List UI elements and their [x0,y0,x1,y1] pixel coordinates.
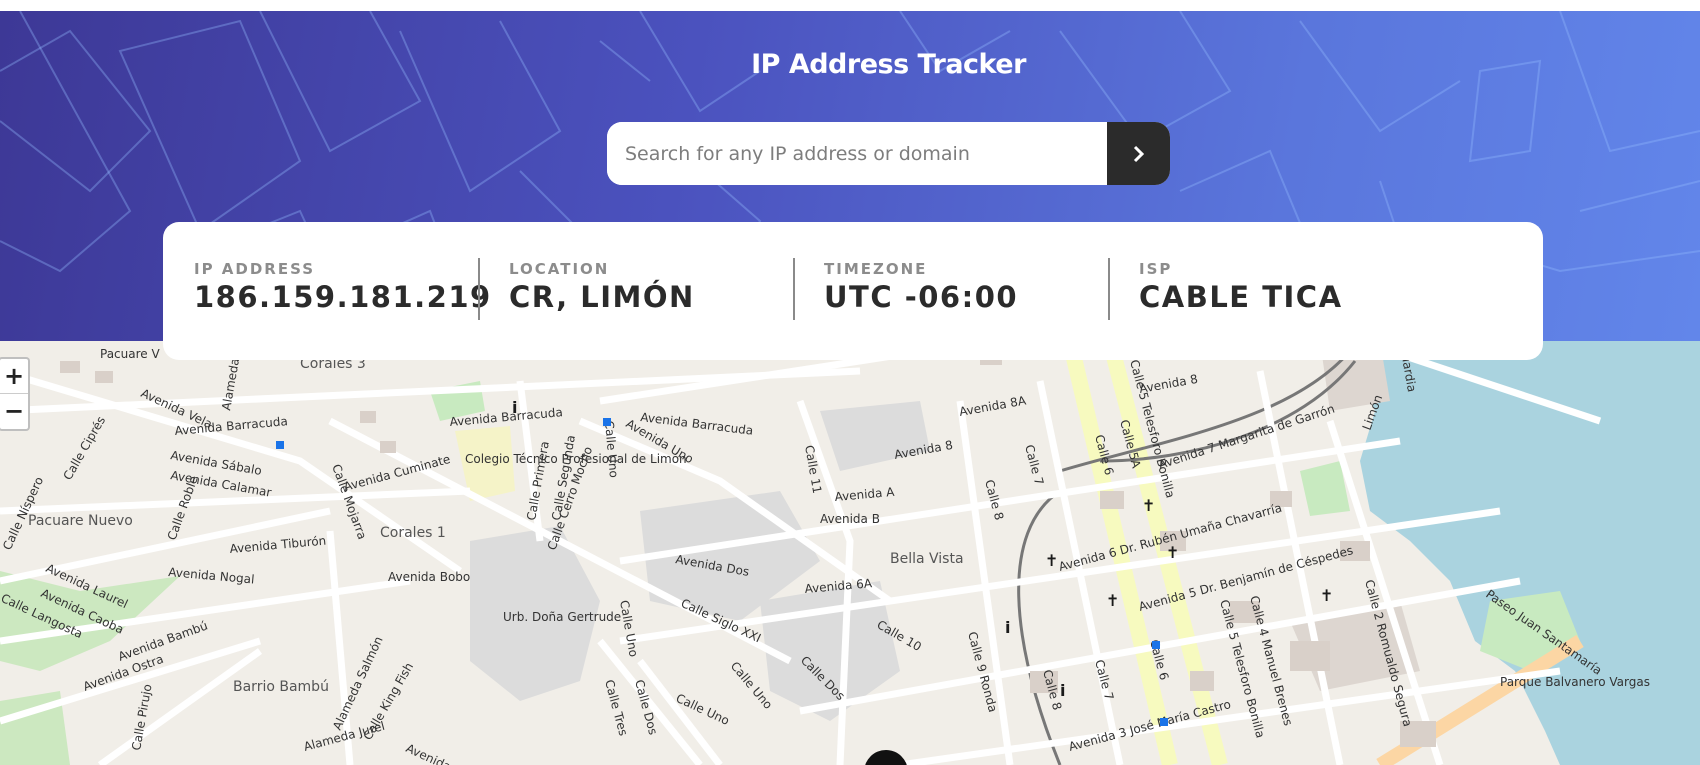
church-icon: ✝ [1142,496,1155,515]
church-icon: ✝ [1166,543,1179,562]
ip-info-card: IP Address 186.159.181.219 Location CR, … [163,222,1543,360]
map-label: Avenida Nogal [168,565,255,586]
map-label: Avenida A [834,485,896,504]
search-bar [607,122,1170,185]
map-label: Avenida Tiburón [229,534,327,556]
map-label: Avenida Ma [404,741,473,765]
search-submit-button[interactable] [1107,122,1170,185]
church-icon: ✝ [1045,551,1058,570]
page-title: IP Address Tracker [751,49,1026,80]
map-label: Corales 1 [380,525,446,541]
map-tiles: Pacuare V Corales 3 Avenida Vela Alameda… [0,341,1700,765]
map-label: Calle Uno [674,691,732,728]
zoom-in-button[interactable]: + [0,359,28,393]
map-label: Barrio Bambú [233,679,329,695]
chevron-right-icon [1133,145,1144,162]
church-icon: ✝ [1106,591,1119,610]
info-value: UTC -06:00 [824,280,1019,314]
map-label: Calle Uno [617,599,641,658]
info-value: 186.159.181.219 [194,280,492,314]
map-label: Calle Pirujo [129,683,154,752]
map-label: Pacuare Nuevo [28,513,133,529]
map-label: Avenida B [820,512,880,526]
info-value: CABLE TICA [1139,280,1343,314]
map-label: Calle 7 [1092,658,1116,701]
info-poi-icon: i [1060,681,1065,700]
info-label: Location [509,260,610,278]
info-ip-address: IP Address 186.159.181.219 [163,260,492,360]
info-isp: ISP CABLE TICA [1108,258,1423,360]
zoom-control: + − [0,357,30,431]
map-label: Calle Ciprés [60,414,108,483]
search-input[interactable] [607,122,1107,185]
map-label: Calle 7 [1022,443,1046,486]
info-label: Timezone [824,260,928,278]
info-timezone: Timezone UTC -06:00 [793,258,1108,360]
map-label: Calle Uno [602,420,621,478]
map-label: Urb. Doña Gertrude [503,610,621,624]
map-label: Bella Vista [890,551,964,567]
map-label: Pacuare V [100,347,160,361]
info-location: Location CR, LIMÓN [478,258,793,360]
zoom-out-button[interactable]: − [0,393,28,427]
map-label: Calle Roble [165,474,201,542]
map-label: Parque Balvanero Vargas [1500,675,1650,689]
info-poi-icon: i [1005,618,1010,637]
church-icon: ✝ [1320,586,1333,605]
map-view[interactable]: Pacuare V Corales 3 Avenida Vela Alameda… [0,341,1700,765]
map-label: Avenida 8A [958,393,1028,419]
info-label: ISP [1139,260,1173,278]
info-label: IP Address [194,260,316,278]
map-label: Calle Tres [602,678,630,737]
info-value: CR, LIMÓN [509,280,695,314]
map-label: Avenida Bobo [388,570,470,584]
info-poi-icon: i [512,398,517,417]
